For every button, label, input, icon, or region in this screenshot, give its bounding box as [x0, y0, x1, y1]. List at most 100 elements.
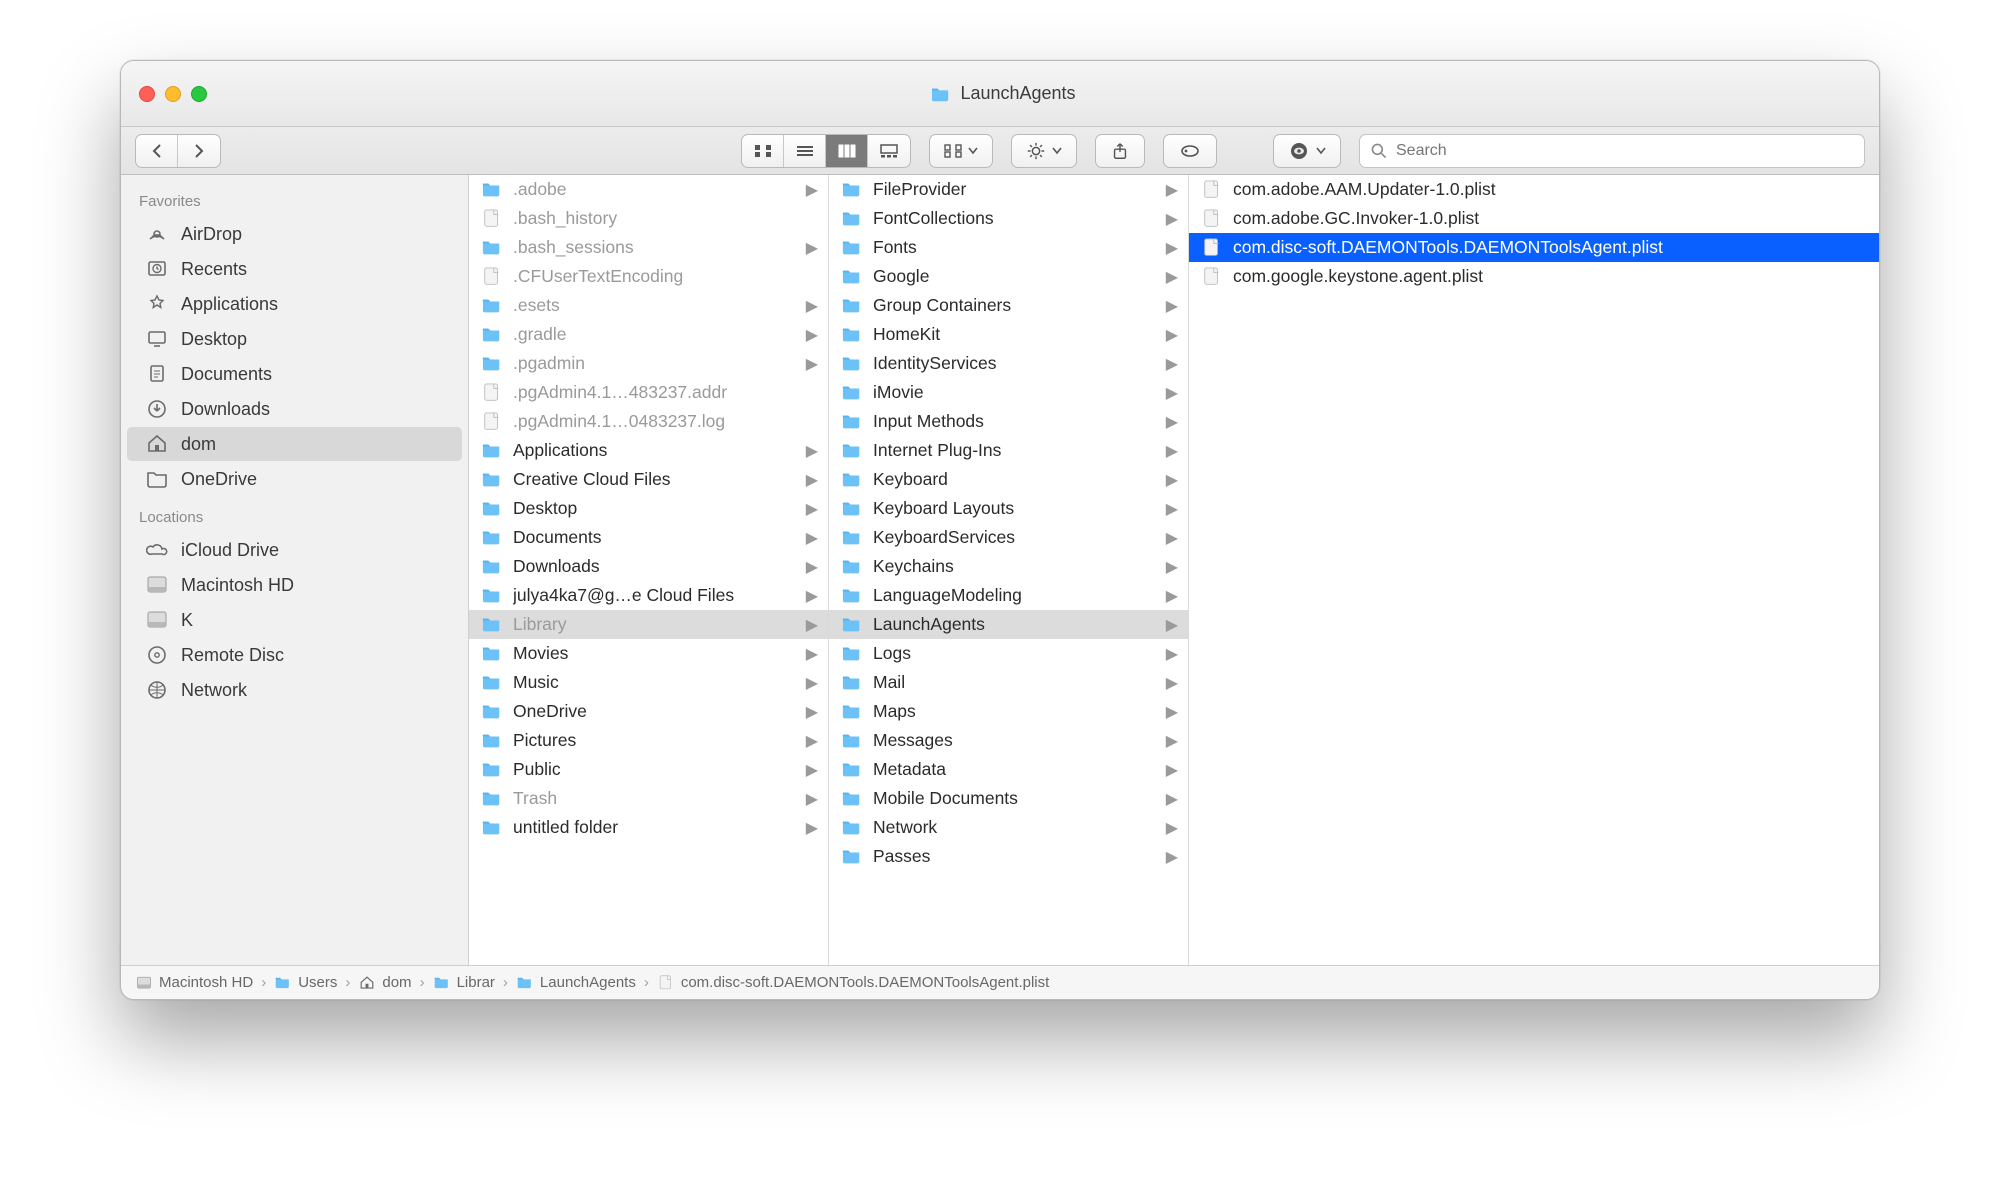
gallery-view-button[interactable]: [868, 135, 910, 167]
folder-row[interactable]: Keyboard▶: [829, 465, 1188, 494]
folder-row[interactable]: LaunchAgents▶: [829, 610, 1188, 639]
path-crumb[interactable]: Librar: [433, 974, 495, 991]
sidebar-item[interactable]: Desktop: [127, 322, 462, 356]
documents-icon: [145, 363, 169, 385]
folder-row[interactable]: Metadata▶: [829, 755, 1188, 784]
file-row[interactable]: .CFUserTextEncoding: [469, 262, 828, 291]
chevron-down-icon: [1052, 147, 1062, 155]
back-button[interactable]: [136, 135, 178, 167]
arrange-button[interactable]: [929, 134, 993, 168]
folder-row[interactable]: .gradle▶: [469, 320, 828, 349]
icon-view-button[interactable]: [742, 135, 784, 167]
path-crumb[interactable]: dom: [358, 974, 411, 991]
column-2[interactable]: com.adobe.AAM.Updater-1.0.plistcom.adobe…: [1189, 175, 1879, 965]
folder-row[interactable]: Network▶: [829, 813, 1188, 842]
minimize-button[interactable]: [165, 86, 181, 102]
folder-row[interactable]: untitled folder▶: [469, 813, 828, 842]
folder-row[interactable]: Group Containers▶: [829, 291, 1188, 320]
folder-row[interactable]: .esets▶: [469, 291, 828, 320]
folder-row[interactable]: Creative Cloud Files▶: [469, 465, 828, 494]
folder-row[interactable]: Pictures▶: [469, 726, 828, 755]
folder-row[interactable]: Downloads▶: [469, 552, 828, 581]
body: FavoritesAirDropRecentsApplicationsDeskt…: [121, 175, 1879, 965]
sidebar-item[interactable]: OneDrive: [127, 462, 462, 496]
path-crumb[interactable]: LaunchAgents: [516, 974, 636, 991]
file-row[interactable]: com.adobe.GC.Invoker-1.0.plist: [1189, 204, 1879, 233]
folder-row[interactable]: Messages▶: [829, 726, 1188, 755]
sidebar[interactable]: FavoritesAirDropRecentsApplicationsDeskt…: [121, 175, 469, 965]
file-row[interactable]: com.google.keystone.agent.plist: [1189, 262, 1879, 291]
folder-row[interactable]: Keychains▶: [829, 552, 1188, 581]
folder-row[interactable]: Library▶: [469, 610, 828, 639]
sidebar-item[interactable]: Recents: [127, 252, 462, 286]
close-button[interactable]: [139, 86, 155, 102]
folder-row[interactable]: .adobe▶: [469, 175, 828, 204]
folder-row[interactable]: Trash▶: [469, 784, 828, 813]
folder-row[interactable]: Logs▶: [829, 639, 1188, 668]
folder-row[interactable]: .bash_sessions▶: [469, 233, 828, 262]
folder-row[interactable]: Music▶: [469, 668, 828, 697]
sidebar-item[interactable]: Applications: [127, 287, 462, 321]
zoom-button[interactable]: [191, 86, 207, 102]
sidebar-section-header: Locations: [121, 497, 468, 532]
folder-row[interactable]: Google▶: [829, 262, 1188, 291]
folder-row[interactable]: iMovie▶: [829, 378, 1188, 407]
path-crumb[interactable]: Users: [274, 974, 337, 991]
folder-row[interactable]: IdentityServices▶: [829, 349, 1188, 378]
sidebar-item-label: dom: [181, 434, 216, 455]
search-input[interactable]: [1396, 142, 1854, 160]
sidebar-item[interactable]: K: [127, 603, 462, 637]
folder-row[interactable]: Applications▶: [469, 436, 828, 465]
share-button[interactable]: [1095, 134, 1145, 168]
folder-row[interactable]: Maps▶: [829, 697, 1188, 726]
quicklook-button[interactable]: [1273, 134, 1341, 168]
sidebar-item[interactable]: Documents: [127, 357, 462, 391]
folder-row[interactable]: Internet Plug-Ins▶: [829, 436, 1188, 465]
column-view-button[interactable]: [826, 135, 868, 167]
sidebar-item[interactable]: Macintosh HD: [127, 568, 462, 602]
folder-row[interactable]: Movies▶: [469, 639, 828, 668]
search-field[interactable]: [1359, 134, 1865, 168]
folder-row[interactable]: FileProvider▶: [829, 175, 1188, 204]
file-row[interactable]: .pgAdmin4.1…0483237.log: [469, 407, 828, 436]
folder-row[interactable]: Keyboard Layouts▶: [829, 494, 1188, 523]
folder-row[interactable]: OneDrive▶: [469, 697, 828, 726]
sidebar-item[interactable]: Remote Disc: [127, 638, 462, 672]
action-button[interactable]: [1011, 134, 1077, 168]
folder-icon: [841, 441, 863, 461]
file-row[interactable]: com.adobe.AAM.Updater-1.0.plist: [1189, 175, 1879, 204]
chevron-right-icon: ▶: [1166, 818, 1178, 838]
folder-row[interactable]: Mail▶: [829, 668, 1188, 697]
sidebar-item[interactable]: Downloads: [127, 392, 462, 426]
file-row[interactable]: com.disc-soft.DAEMONTools.DAEMONToolsAge…: [1189, 233, 1879, 262]
folder-row[interactable]: Mobile Documents▶: [829, 784, 1188, 813]
sidebar-item[interactable]: dom: [127, 427, 462, 461]
folder-icon: [841, 615, 863, 635]
list-view-button[interactable]: [784, 135, 826, 167]
folder-row[interactable]: KeyboardServices▶: [829, 523, 1188, 552]
path-crumb[interactable]: Macintosh HD: [135, 974, 253, 991]
folder-row[interactable]: Desktop▶: [469, 494, 828, 523]
folder-row[interactable]: LanguageModeling▶: [829, 581, 1188, 610]
folder-row[interactable]: .pgadmin▶: [469, 349, 828, 378]
column-0[interactable]: .adobe▶.bash_history.bash_sessions▶.CFUs…: [469, 175, 829, 965]
folder-row[interactable]: Input Methods▶: [829, 407, 1188, 436]
folder-row[interactable]: Documents▶: [469, 523, 828, 552]
folder-row[interactable]: Public▶: [469, 755, 828, 784]
file-row[interactable]: .bash_history: [469, 204, 828, 233]
column-1[interactable]: FileProvider▶FontCollections▶Fonts▶Googl…: [829, 175, 1189, 965]
tags-button[interactable]: [1163, 134, 1217, 168]
folder-row[interactable]: HomeKit▶: [829, 320, 1188, 349]
sidebar-item[interactable]: AirDrop: [127, 217, 462, 251]
folder-row[interactable]: FontCollections▶: [829, 204, 1188, 233]
row-label: untitled folder: [513, 817, 796, 838]
path-crumb[interactable]: com.disc-soft.DAEMONTools.DAEMONToolsAge…: [657, 974, 1049, 991]
file-row[interactable]: .pgAdmin4.1…483237.addr: [469, 378, 828, 407]
sidebar-item[interactable]: Network: [127, 673, 462, 707]
sidebar-item[interactable]: iCloud Drive: [127, 533, 462, 567]
folder-icon: [481, 325, 503, 345]
forward-button[interactable]: [178, 135, 220, 167]
folder-row[interactable]: Fonts▶: [829, 233, 1188, 262]
folder-row[interactable]: Passes▶: [829, 842, 1188, 871]
folder-row[interactable]: julya4ka7@g…e Cloud Files▶: [469, 581, 828, 610]
